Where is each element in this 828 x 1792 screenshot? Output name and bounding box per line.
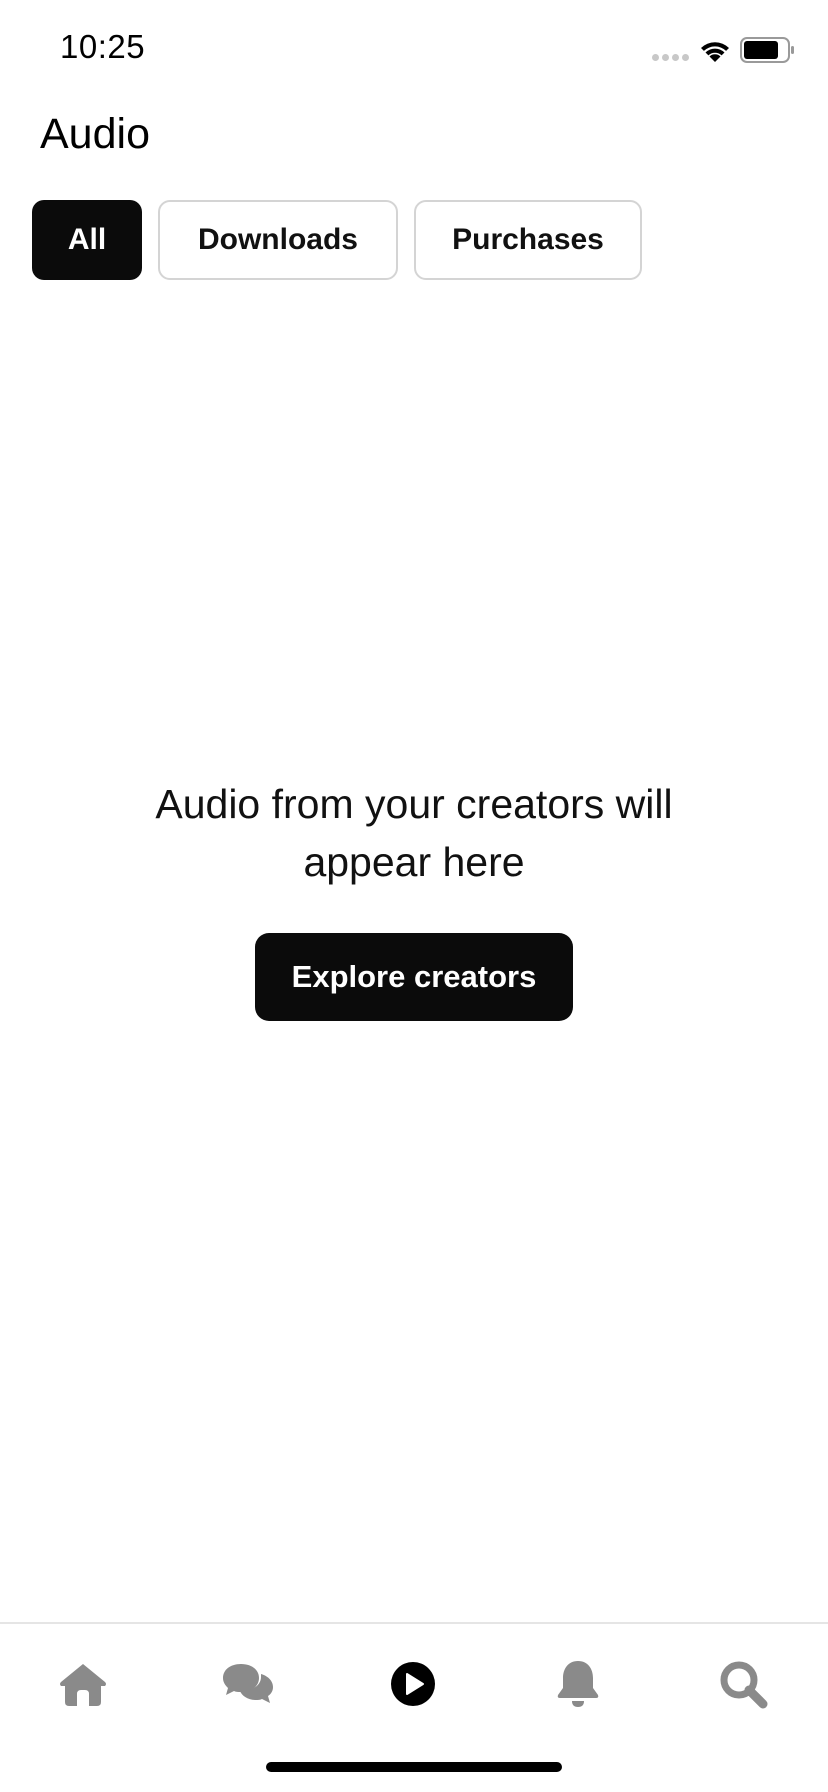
nav-chat-button[interactable] [218, 1654, 278, 1714]
wifi-icon [701, 42, 729, 62]
filter-chips: All Downloads Purchases [32, 200, 642, 280]
status-bar: 10:25 [0, 0, 828, 100]
battery-icon [740, 37, 794, 63]
empty-state-message: Audio from your creators will appear her… [155, 781, 673, 885]
nav-search-button[interactable] [713, 1654, 773, 1714]
audio-play-icon [391, 1662, 435, 1706]
home-indicator [266, 1762, 562, 1772]
filter-chip-all[interactable]: All [32, 200, 142, 280]
filter-chip-purchases[interactable]: Purchases [414, 200, 642, 280]
home-icon [60, 1664, 106, 1706]
audio-screen: 10:25 Audio All Downloads Purchases Audi… [0, 0, 828, 1792]
empty-state: Audio from your creators will appear her… [0, 775, 828, 1021]
nav-audio-button[interactable] [383, 1654, 443, 1714]
bell-icon [557, 1661, 599, 1707]
nav-home-button[interactable] [53, 1654, 113, 1714]
status-time: 10:25 [60, 28, 146, 65]
search-icon [720, 1661, 768, 1709]
page-title: Audio [40, 110, 150, 158]
chat-icon [223, 1664, 273, 1703]
explore-creators-button[interactable]: Explore creators [255, 933, 573, 1021]
signal-dots-icon [652, 54, 689, 61]
nav-notifications-button[interactable] [548, 1654, 608, 1714]
filter-chip-downloads[interactable]: Downloads [158, 200, 398, 280]
